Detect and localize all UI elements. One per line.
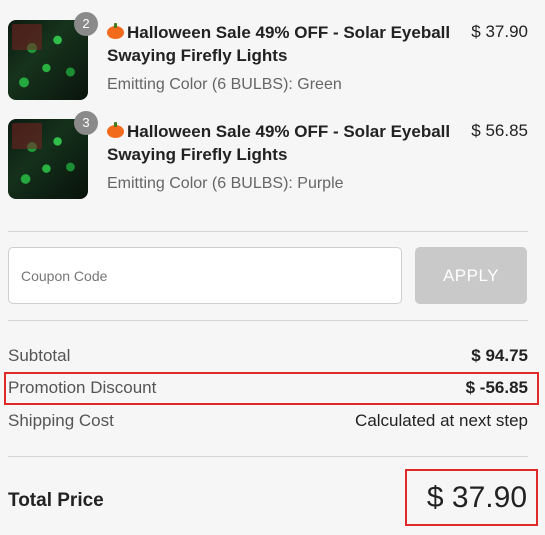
- product-variant: Emitting Color (6 BULBS): Green: [107, 76, 342, 93]
- cart-item: 3 Halloween Sale 49% OFF - Solar Eyeball…: [8, 111, 528, 204]
- total-price-label: Total Price: [8, 490, 104, 511]
- divider: [8, 320, 528, 321]
- promotion-discount-value: $ -56.85: [465, 378, 528, 397]
- quantity-badge: 2: [74, 12, 98, 36]
- product-thumbnail[interactable]: 2: [8, 12, 98, 100]
- product-price: $ 37.90: [471, 22, 528, 41]
- subtotal-value: $ 94.75: [471, 346, 528, 365]
- subtotal-label: Subtotal: [8, 346, 71, 365]
- coupon-code-input[interactable]: [8, 247, 402, 304]
- product-image: [8, 119, 88, 199]
- apply-coupon-button[interactable]: APPLY: [415, 247, 527, 304]
- pumpkin-icon: [107, 23, 124, 39]
- total-price-value: $ 37.90: [426, 481, 527, 514]
- product-title[interactable]: Halloween Sale 49% OFF - Solar Eyeball S…: [107, 120, 452, 166]
- product-price: $ 56.85: [471, 121, 528, 140]
- product-thumbnail[interactable]: 3: [8, 111, 98, 199]
- product-image: [8, 20, 88, 100]
- quantity-badge: 3: [74, 111, 98, 135]
- divider: [8, 456, 528, 457]
- product-title-text: Halloween Sale 49% OFF - Solar Eyeball S…: [107, 122, 451, 164]
- divider: [8, 231, 528, 232]
- shipping-cost-label: Shipping Cost: [8, 411, 114, 430]
- pumpkin-icon: [107, 122, 124, 138]
- shipping-cost-value: Calculated at next step: [355, 411, 528, 430]
- product-variant: Emitting Color (6 BULBS): Purple: [107, 175, 344, 192]
- product-title-text: Halloween Sale 49% OFF - Solar Eyeball S…: [107, 23, 451, 65]
- cart-item: 2 Halloween Sale 49% OFF - Solar Eyeball…: [8, 12, 528, 105]
- product-title[interactable]: Halloween Sale 49% OFF - Solar Eyeball S…: [107, 21, 452, 67]
- promotion-discount-label: Promotion Discount: [8, 378, 157, 397]
